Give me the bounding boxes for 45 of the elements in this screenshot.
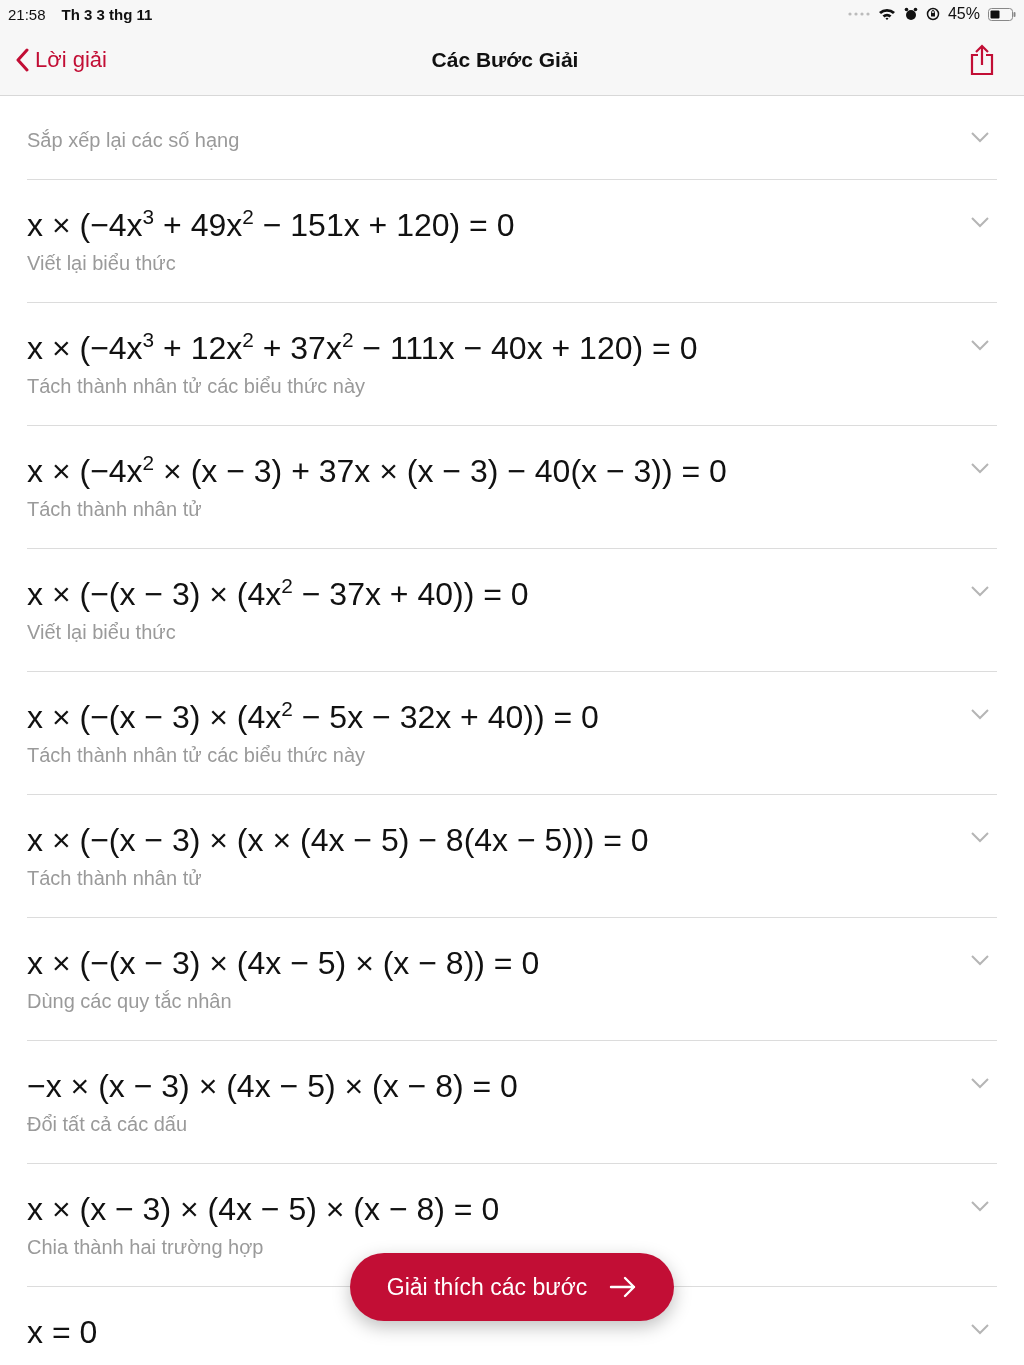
explain-steps-button[interactable]: Giải thích các bước [350, 1253, 674, 1321]
step-description: Sắp xếp lại các số hạng [27, 129, 240, 152]
step-description: Tách thành nhân tử các biểu thức này [27, 375, 366, 398]
step-description: Tách thành nhân tử các biểu thức này [27, 744, 366, 767]
math-expression: x × (−4x$^{3}$ + 12x$^{2}$ + 37x$^{2}$ − 111x − 40x + 120) = 0 [27, 329, 698, 367]
back-button[interactable]: Lời giải [16, 47, 107, 73]
battery-percent: 45% [947, 5, 980, 23]
arrow-right-icon [609, 1276, 638, 1298]
math-expression: x × (x − 3) × (4x − 5) × (x − 8) = 0 [27, 1190, 500, 1228]
math-expression: x × (−(x − 3) × (4x$^{2}$ − 37x + 40)) = 0 [27, 575, 529, 613]
step-description: Tách thành nhân tử [27, 867, 202, 890]
math-expression: x × (−4x$^{3}$ + 49x$^{2}$ − 151x + 120) = 0 [27, 206, 515, 244]
wifi-icon [877, 7, 896, 21]
step-description: Viết lại biểu thức [27, 621, 176, 644]
math-expression: −x × (x − 3) × (4x − 5) × (x − 8) = 0 [27, 1067, 518, 1105]
chevron-down-icon[interactable] [970, 708, 990, 720]
math-expression: x × (−(x − 3) × (x × (4x − 5) − 8(4x − 5))) = 0 [27, 821, 649, 859]
chevron-down-icon[interactable] [970, 954, 990, 966]
status-time: 21:58 [8, 5, 46, 23]
navigation-title: Các Bước Giải [431, 48, 579, 72]
math-expression: x × (−(x − 3) × (4x$^{2}$ − 5x − 32x + 40)) = 0 [27, 698, 599, 736]
rotation-lock-icon [925, 7, 940, 21]
chevron-down-icon[interactable] [970, 216, 990, 228]
step-description: Dùng các quy tắc nhân [27, 990, 232, 1013]
chevron-down-icon[interactable] [970, 585, 990, 597]
math-expression: x × (−4x$^{2}$ × (x − 3) + 37x × (x − 3) − 40(x − 3)) = 0 [27, 452, 727, 490]
step-description: Chia thành hai trường hợp [27, 1236, 264, 1259]
chevron-down-icon[interactable] [970, 831, 990, 843]
step-description: Đổi tất cả các dấu [27, 1113, 188, 1136]
math-expression: x × (−(x − 3) × (4x − 5) × (x − 8)) = 0 [27, 944, 540, 982]
chevron-down-icon[interactable] [970, 1323, 990, 1335]
chevron-left-icon [16, 48, 29, 72]
chevron-down-icon[interactable] [970, 1077, 990, 1089]
share-icon[interactable] [970, 44, 994, 76]
chevron-down-icon[interactable] [970, 462, 990, 474]
chevron-down-icon[interactable] [970, 131, 990, 143]
alarm-icon [903, 7, 918, 21]
step-description: Viết lại biểu thức [27, 252, 176, 275]
math-expression: x = 0 [27, 1313, 98, 1351]
step-description: Tách thành nhân tử [27, 498, 202, 521]
signal-dots-icon [847, 12, 870, 16]
battery-icon [988, 7, 1016, 21]
chevron-down-icon[interactable] [970, 339, 990, 351]
chevron-down-icon[interactable] [970, 1200, 990, 1212]
status-date: Th 3 3 thg 11 [61, 5, 153, 23]
